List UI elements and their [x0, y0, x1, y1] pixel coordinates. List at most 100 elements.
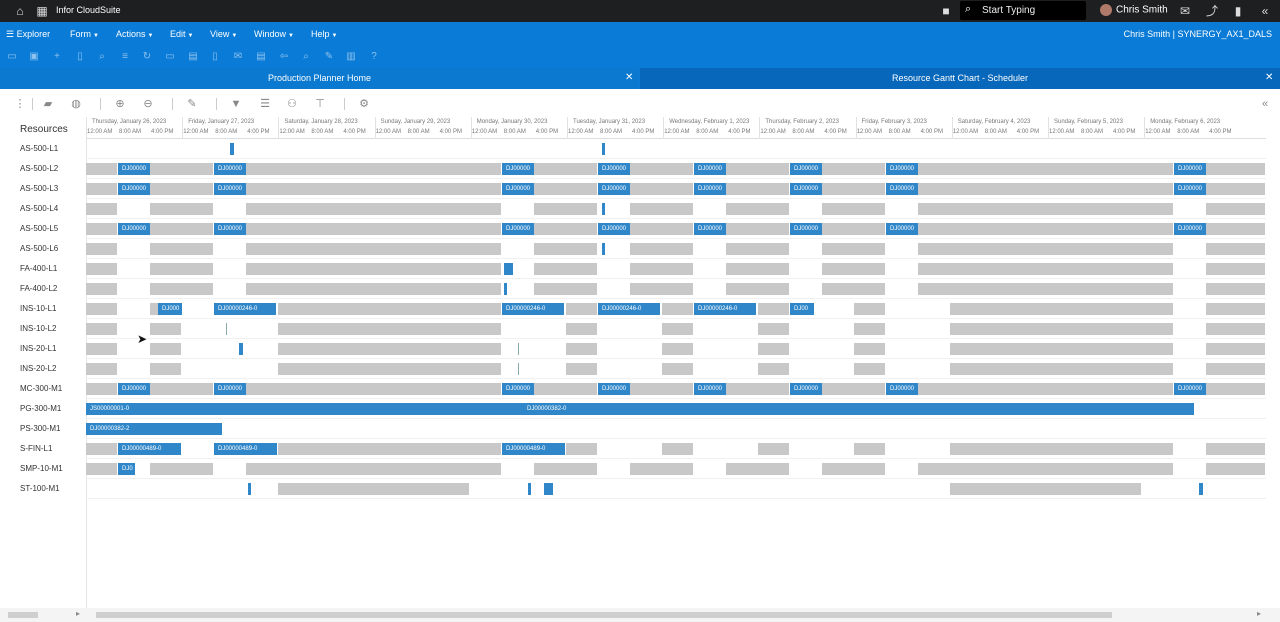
job-bar[interactable]: DJ00000 [790, 383, 822, 395]
job-bar[interactable]: DJ00000 [502, 223, 534, 235]
job-marker[interactable] [248, 483, 251, 495]
menu-help[interactable]: Help ▼ [311, 29, 337, 39]
resource-track[interactable] [86, 319, 1266, 339]
list-icon[interactable]: ☰ [258, 97, 272, 111]
resource-track[interactable]: DJ00000 DJ00000 DJ00000 DJ00000 DJ00000 DJ000… [86, 179, 1266, 199]
job-bar[interactable]: DJ00000246-0 [502, 303, 564, 315]
job-bar[interactable]: DJ00000 [214, 183, 246, 195]
resource-name[interactable]: INS-20-L2 [20, 364, 56, 373]
job-bar[interactable]: DJ00000 [886, 223, 918, 235]
menu-form[interactable]: Form ▼ [70, 29, 99, 39]
job-bar[interactable]: DJ00000 [502, 383, 534, 395]
home-icon[interactable]: ⌂ [12, 3, 28, 19]
email-icon[interactable]: ✉ [231, 50, 245, 64]
job-bar[interactable]: DJ00000 [502, 183, 534, 195]
folder-icon[interactable]: ▰ [41, 97, 55, 111]
job-marker[interactable] [602, 203, 605, 215]
resource-name[interactable]: AS-500-L5 [20, 224, 58, 233]
tab-gantt[interactable]: Resource Gantt Chart - Scheduler ✕ [640, 68, 1280, 89]
copy-icon[interactable]: ▭ [163, 50, 177, 64]
job-bar[interactable]: DJ00000 [214, 163, 246, 175]
resources-icon[interactable]: ⚇ [285, 97, 299, 111]
job-bar[interactable]: DJ00000 [598, 223, 630, 235]
menu-window[interactable]: Window ▼ [254, 29, 294, 39]
resource-track[interactable] [86, 259, 1266, 279]
job-bar[interactable]: DJ00000 [1174, 383, 1206, 395]
resource-row[interactable]: INS-10-L2 [0, 319, 1280, 339]
resource-name[interactable]: SMP-10-M1 [20, 464, 63, 473]
resource-name[interactable]: AS-500-L1 [20, 144, 58, 153]
help-icon[interactable]: ? [367, 50, 381, 64]
zoom-out-icon[interactable]: ⊖ [141, 97, 155, 111]
zoom-in-icon[interactable]: ⊕ [113, 97, 127, 111]
job-bar[interactable]: DJ00000246-0 [694, 303, 756, 315]
resource-track[interactable]: DJ00000489-0 DJ00000489-0 DJ00000489-0 [86, 439, 1266, 459]
job-marker[interactable] [230, 143, 234, 155]
job-bar[interactable]: DJ00000 [790, 223, 822, 235]
resource-row[interactable]: AS-500-L3 DJ00000 DJ00000 DJ00000 DJ00000 DJ0… [0, 179, 1280, 199]
job-bar[interactable]: DJ00000 [118, 383, 150, 395]
job-bar[interactable]: JS00000001-0 [86, 403, 523, 415]
job-bar[interactable]: DJ000 [158, 303, 182, 315]
resource-name[interactable]: AS-500-L4 [20, 204, 58, 213]
record-icon[interactable]: ■ [938, 3, 954, 19]
job-bar[interactable]: DJ00000382-0 [523, 403, 1194, 415]
resource-row[interactable]: INS-20-L2 [0, 359, 1280, 379]
job-bar[interactable]: DJ00000 [118, 223, 150, 235]
resource-name[interactable]: AS-500-L2 [20, 164, 58, 173]
resource-row[interactable]: PS-300-M1 DJ00000382-2 [0, 419, 1280, 439]
job-bar[interactable]: DJ00000246-0 [214, 303, 276, 315]
find-icon[interactable]: ⌕ [299, 50, 313, 64]
job-bar[interactable]: DJ00000489-0 [118, 443, 181, 455]
filter-icon[interactable]: ⌕ [95, 50, 109, 64]
job-bar[interactable]: DJ00000 [1174, 183, 1206, 195]
collapse-panel-icon[interactable]: « [1258, 97, 1272, 111]
job-bar[interactable]: DJ00000 [118, 163, 150, 175]
resource-name[interactable]: INS-10-L1 [20, 304, 56, 313]
job-bar[interactable]: DJ00000489-0 [214, 443, 277, 455]
resource-track[interactable] [86, 479, 1266, 499]
job-bar[interactable]: DJ00000 [598, 383, 630, 395]
job-bar[interactable]: DJ0 [118, 463, 135, 475]
menu-edit[interactable]: Edit ▼ [170, 29, 193, 39]
tab-production-planner[interactable]: Production Planner Home ✕ [0, 68, 639, 89]
palette-icon[interactable]: ◍ [69, 97, 83, 111]
horizontal-scrollbar[interactable]: ▸ ▸ [0, 608, 1280, 622]
collapse-icon[interactable]: « [1257, 3, 1273, 19]
search-input[interactable]: Start Typing [982, 5, 1035, 16]
job-marker[interactable] [602, 143, 605, 155]
resource-row[interactable]: INS-10-L1 DJ000 DJ00000246-0 DJ00000246-0 DJ… [0, 299, 1280, 319]
attach-icon[interactable]: ▯ [208, 50, 222, 64]
resource-row[interactable]: MC-300-M1 DJ00000 DJ00000 DJ00000 DJ00000 DJ0… [0, 379, 1280, 399]
filter-icon[interactable]: ⊤ [313, 97, 327, 111]
share-icon[interactable]: ⤴ [1204, 3, 1220, 19]
job-marker[interactable] [602, 243, 605, 255]
job-marker[interactable] [504, 263, 513, 275]
filter-list-icon[interactable]: ≡ [118, 50, 132, 64]
resource-track[interactable] [86, 339, 1266, 359]
settings-gear-icon[interactable]: ⚙ [357, 97, 371, 111]
resource-name[interactable]: PS-300-M1 [20, 424, 60, 433]
resource-row[interactable]: ST-100-M1 [0, 479, 1280, 499]
scroll-thumb-main[interactable] [96, 612, 1112, 618]
job-bar[interactable]: DJ00000 [886, 183, 918, 195]
search-box[interactable]: ⌕ Start Typing [960, 1, 1086, 20]
paint-icon[interactable]: ▼ [229, 97, 243, 111]
back-icon[interactable]: ⇦ [277, 50, 291, 64]
resource-track[interactable] [86, 199, 1266, 219]
resource-track[interactable]: DJ0 [86, 459, 1266, 479]
resource-track[interactable]: JS00000001-0 DJ00000382-0 [86, 399, 1266, 419]
apps-grid-icon[interactable]: ▦ [34, 3, 50, 19]
resource-row[interactable]: AS-500-L1 [0, 139, 1280, 159]
resource-track[interactable]: DJ00000382-2 [86, 419, 1266, 439]
resource-row[interactable]: AS-500-L4 [0, 199, 1280, 219]
scroll-right-icon[interactable]: ▸ [1257, 609, 1261, 618]
job-marker[interactable] [1199, 483, 1203, 495]
delete-icon[interactable]: ▯ [73, 50, 87, 64]
explorer-button[interactable]: ☰ Explorer [6, 29, 50, 40]
resource-name[interactable]: S-FIN-L1 [20, 444, 52, 453]
resource-track[interactable]: DJ00000 DJ00000 DJ00000 DJ00000 DJ00000 DJ000… [86, 379, 1266, 399]
job-bar[interactable]: DJ00000382-2 [86, 423, 222, 435]
close-icon[interactable]: ✕ [1265, 72, 1273, 83]
job-marker[interactable] [504, 283, 507, 295]
